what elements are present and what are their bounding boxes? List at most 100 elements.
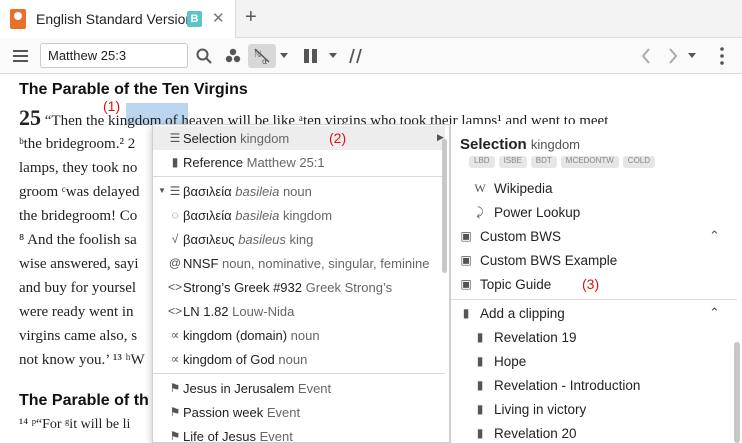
flag-icon: ⚑ — [169, 405, 181, 419]
svg-text:α: α — [262, 57, 267, 64]
clipping-icon: ▮ — [476, 354, 484, 368]
passage-line[interactable]: ¹⁴ ᵖ“For ᵍit will be li — [19, 417, 130, 433]
menu-item-selection[interactable]: ☰ Selection kingdom ▶ — [153, 126, 445, 150]
menu-item-kingdom-of-god[interactable]: ∝ kingdom of God noun — [153, 347, 445, 371]
passage-line[interactable]: ᵇthe bridegroom.² 2 — [19, 136, 135, 153]
interlinear-dropdown-icon[interactable] — [280, 53, 288, 59]
guide-icon: ▣ — [460, 277, 472, 291]
submenu-item-clipping[interactable]: ▮ Revelation 20 — [451, 421, 737, 443]
submenu-item-power-lookup[interactable]: ⤸ Power Lookup — [451, 200, 737, 224]
callout-label: (3) — [582, 276, 600, 292]
split-pane-icon[interactable] — [349, 48, 363, 64]
passage-line[interactable]: the bridegroom! Co — [19, 208, 137, 225]
chip[interactable]: ISBE — [498, 156, 527, 168]
chevron-up-icon[interactable]: ⌃ — [709, 228, 720, 244]
submenu-item-custom-bws-example[interactable]: ▣ Custom BWS Example — [451, 248, 737, 272]
clipping-icon: ▮ — [476, 330, 484, 344]
callout-label: (2) — [329, 130, 347, 146]
more-options-icon[interactable] — [720, 47, 724, 65]
chip[interactable]: LBD — [469, 156, 495, 168]
chip[interactable]: MCEDONTW — [560, 156, 619, 168]
reference-input[interactable] — [40, 43, 188, 68]
toolbar: ℕα — [0, 38, 742, 74]
menu-item-event-life-of-jesus[interactable]: ⚑ Life of Jesus Event — [153, 424, 445, 443]
menu-item-strongs[interactable]: <> Strong’s Greek #932 Greek Strong’s — [153, 275, 445, 299]
section-heading: The Parable of the Ten Virgins — [19, 81, 248, 98]
tab-bar: English Standard Version B ✕ + — [0, 0, 742, 38]
guide-icon: ▣ — [460, 229, 472, 243]
submenu-item-clipping[interactable]: ▮ Revelation - Introduction — [451, 373, 737, 397]
visual-filters-icon[interactable] — [225, 48, 241, 64]
chip[interactable]: BDT — [530, 156, 557, 168]
proportional-icon: ∝ — [170, 328, 180, 342]
submenu-item-clipping[interactable]: ▮ Living in victory — [451, 397, 737, 421]
submenu-item-clipping[interactable]: ▮ Hope — [451, 349, 737, 373]
passage-line[interactable]: were ready went in — [19, 304, 134, 321]
code-brackets-icon: <> — [168, 280, 183, 294]
menu-item-root[interactable]: √ βασιλευς basileus king — [153, 227, 445, 251]
tab-english-standard-version[interactable]: English Standard Version B ✕ — [0, 0, 236, 38]
proportional-icon: ∝ — [170, 352, 180, 366]
power-lookup-icon: ⤸ — [476, 205, 484, 219]
submenu-item-custom-bws[interactable]: ▣ Custom BWS ⌃ — [451, 224, 737, 248]
context-menu: ☰ Selection kingdom ▶ (2) ▮ Reference Ma… — [152, 124, 450, 443]
parallel-dropdown-icon[interactable] — [329, 53, 337, 59]
bookmark-icon: ▮ — [171, 155, 179, 169]
clipping-icon: ▮ — [476, 402, 484, 416]
parallel-panes-icon[interactable] — [304, 49, 318, 63]
submenu-item-add-clipping[interactable]: ▮ Add a clipping ⌃ — [451, 301, 737, 325]
chevron-up-icon[interactable]: ⌃ — [709, 305, 720, 321]
passage-line[interactable]: ⁸ And the foolish sa — [19, 232, 137, 249]
submenu-scrollbar[interactable] — [734, 342, 740, 443]
menu-item-reference[interactable]: ▮ Reference Matthew 25:1 — [153, 150, 445, 174]
flag-icon: ⚑ — [169, 381, 181, 395]
submenu-item-clipping[interactable]: ▮ Revelation 19 — [451, 325, 737, 349]
chip[interactable]: COLD — [622, 156, 656, 168]
back-arrow-icon[interactable] — [641, 48, 651, 64]
menu-item-louw-nida[interactable]: <> LN 1.82 Louw-Nida — [153, 299, 445, 323]
passage-line[interactable]: not know you.’ ¹³ ʰW — [19, 352, 145, 369]
wikipedia-icon: W — [474, 181, 486, 195]
passage-line[interactable]: virgins came also, s — [19, 328, 137, 345]
submenu-divider — [451, 299, 737, 300]
selection-submenu: Selection kingdom LBD ISBE BDT MCEDONTW COLD… — [450, 124, 742, 443]
history-dropdown-icon[interactable] — [688, 53, 696, 59]
passage-line[interactable]: and buy for yoursel — [19, 280, 136, 297]
list-icon: ☰ — [169, 131, 181, 145]
menu-item-sense[interactable]: ◌ βασιλεία basileia kingdom — [153, 203, 445, 227]
forward-arrow-icon[interactable] — [668, 48, 678, 64]
morph-at-icon: @ — [168, 256, 182, 270]
callout-label: (1) — [103, 98, 121, 114]
submenu-item-wikipedia[interactable]: W Wikipedia — [451, 176, 737, 200]
hamburger-menu-icon[interactable] — [13, 49, 29, 63]
menu-item-event-passion-week[interactable]: ⚑ Passion week Event — [153, 400, 445, 424]
code-brackets-icon: <> — [168, 304, 183, 318]
menu-scrollbar[interactable] — [442, 139, 447, 273]
menu-divider — [153, 176, 445, 177]
sense-icon: ◌ — [171, 208, 179, 222]
close-tab-icon[interactable]: ✕ — [212, 9, 225, 27]
interlinear-icon[interactable]: ℕα — [254, 48, 272, 64]
passage-line[interactable]: groom ᶜwas delayed — [19, 184, 139, 201]
menu-item-kingdom-domain[interactable]: ∝ kingdom (domain) noun — [153, 323, 445, 347]
chapter-number: 25 — [19, 105, 41, 130]
passage-line[interactable]: wise answered, sayi — [19, 256, 139, 273]
collapse-caret-icon[interactable]: ▼ — [158, 186, 166, 195]
search-icon[interactable] — [196, 48, 212, 64]
guide-icon: ▣ — [460, 253, 472, 267]
root-icon: √ — [171, 232, 179, 246]
passage-line[interactable]: lamps, they took no — [19, 160, 137, 177]
menu-divider — [153, 373, 445, 374]
clipping-icon: ▮ — [476, 426, 484, 440]
menu-item-event-jerusalem[interactable]: ⚑ Jesus in Jerusalem Event — [153, 376, 445, 400]
tab-title: English Standard Version — [36, 11, 194, 27]
clipping-icon: ▮ — [462, 306, 470, 320]
menu-item-lemma[interactable]: ▼ ☰ βασιλεία basileia noun — [153, 179, 445, 203]
new-tab-icon[interactable]: + — [245, 6, 257, 29]
library-chips: LBD ISBE BDT MCEDONTW COLD — [469, 156, 659, 168]
flag-icon: ⚑ — [169, 429, 181, 443]
list-icon: ☰ — [169, 184, 181, 198]
app-logo-icon — [10, 9, 26, 29]
menu-item-morphology[interactable]: @ NNSF noun, nominative, singular, femin… — [153, 251, 445, 275]
submenu-title: Selection kingdom — [460, 136, 580, 153]
